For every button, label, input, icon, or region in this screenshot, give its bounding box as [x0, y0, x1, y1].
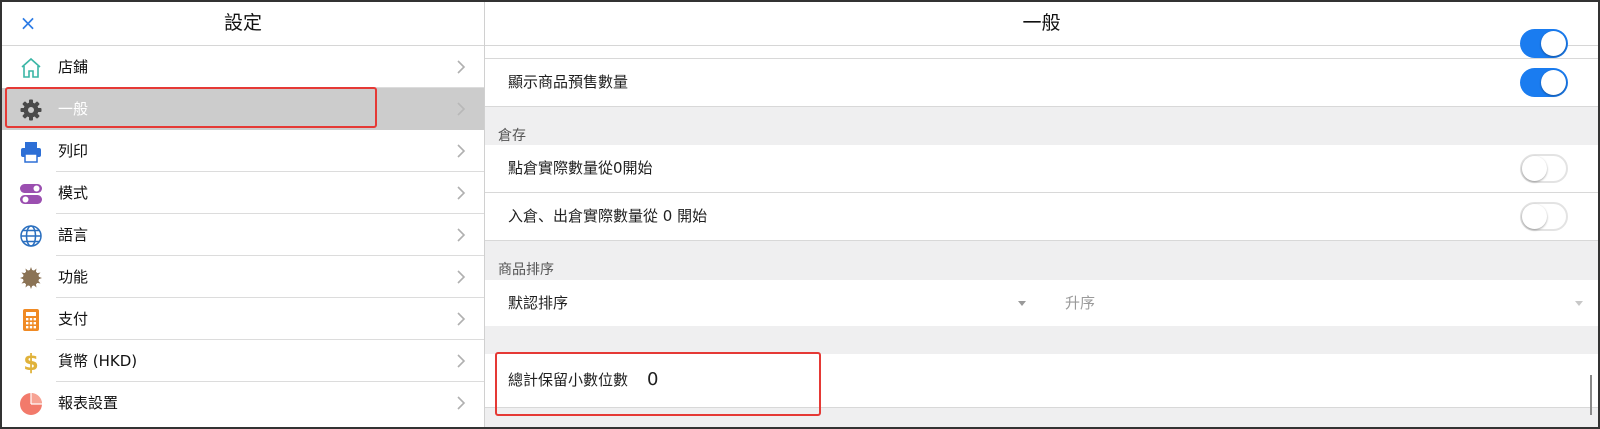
chevron-right-icon — [456, 353, 466, 369]
pie-chart-icon — [19, 392, 43, 416]
chevron-down-icon[interactable] — [1018, 301, 1026, 306]
chevron-right-icon — [456, 311, 466, 327]
stocktake-zero-toggle[interactable] — [1520, 154, 1568, 183]
sidebar-item-label: 店鋪 — [58, 58, 89, 76]
section-product-sort: 商品排序 — [498, 262, 554, 278]
chevron-down-icon[interactable] — [1575, 301, 1583, 306]
row-presale-qty: 顯示商品預售數量 — [485, 59, 1598, 106]
sidebar-item-function[interactable]: 功能 — [2, 256, 484, 298]
chevron-right-icon — [456, 59, 466, 75]
calculator-icon — [19, 308, 43, 332]
row-product-sort: 默認排序 升序 — [485, 280, 1598, 326]
sidebar-item-label: 模式 — [58, 184, 89, 202]
stocktake-zero-label: 點倉實際數量從0開始 — [508, 159, 653, 177]
scrollbar[interactable] — [1590, 375, 1592, 415]
sidebar-item-report-settings[interactable]: 報表設置 — [2, 382, 484, 424]
panel-title: 一般 — [485, 2, 1598, 46]
inout-zero-label: 入倉、出倉實際數量從 0 開始 — [508, 207, 708, 225]
printer-icon — [19, 140, 43, 164]
sidebar-title: 設定 — [223, 12, 262, 34]
sidebar-item-language[interactable]: 語言 — [2, 214, 484, 256]
highlight-box-general — [5, 87, 377, 128]
sidebar-item-label: 列印 — [58, 142, 89, 160]
svg-text:$: $ — [23, 351, 38, 374]
app-window: 設定 × 店鋪 一般 列印 模式 語言 功能 支付 $ 貨幣 (HKD) 報表設… — [0, 0, 1600, 429]
chevron-right-icon — [456, 269, 466, 285]
sidebar-item-currency[interactable]: $ 貨幣 (HKD) — [2, 340, 484, 382]
home-icon — [19, 56, 43, 80]
highlight-box-decimal — [495, 352, 821, 416]
sidebar-item-label: 功能 — [58, 268, 89, 286]
sort-field-select[interactable]: 默認排序 — [508, 280, 568, 326]
mode-toggle-icon — [19, 182, 43, 206]
settings-sidebar: 設定 × 店鋪 一般 列印 模式 語言 功能 支付 $ 貨幣 (HKD) 報表設… — [2, 2, 485, 427]
sidebar-item-print[interactable]: 列印 — [2, 130, 484, 172]
row-stocktake-zero: 點倉實際數量從0開始 — [485, 145, 1598, 192]
dollar-icon: $ — [19, 350, 43, 376]
globe-icon — [19, 224, 43, 248]
sidebar-header: 設定 × — [2, 2, 484, 46]
function-gear-icon — [19, 266, 43, 290]
section-inventory: 倉存 — [498, 128, 526, 144]
sidebar-item-mode[interactable]: 模式 — [2, 172, 484, 214]
sort-order-select[interactable]: 升序 — [1065, 280, 1095, 326]
scrolled-row-partial — [485, 29, 1598, 58]
inout-zero-toggle[interactable] — [1520, 202, 1568, 231]
close-icon[interactable]: × — [17, 11, 39, 35]
presale-qty-label: 顯示商品預售數量 — [508, 73, 629, 91]
chevron-right-icon — [456, 395, 466, 411]
row-inout-zero: 入倉、出倉實際數量從 0 開始 — [485, 193, 1598, 240]
chevron-right-icon — [456, 101, 466, 117]
sidebar-item-label: 語言 — [58, 226, 89, 244]
sidebar-item-label: 報表設置 — [58, 394, 119, 412]
presale-qty-toggle[interactable] — [1520, 68, 1568, 97]
sidebar-item-label: 貨幣 (HKD) — [58, 352, 138, 370]
sidebar-item-label: 支付 — [58, 310, 89, 328]
chevron-right-icon — [456, 227, 466, 243]
sidebar-item-payment[interactable]: 支付 — [2, 298, 484, 340]
chevron-right-icon — [456, 143, 466, 159]
general-settings-panel: 一般 顯示商品預售數量 倉存 點倉實際數量從0開始 入倉、出倉實際數量從 0 開… — [485, 2, 1598, 427]
sidebar-item-store[interactable]: 店鋪 — [2, 46, 484, 88]
chevron-right-icon — [456, 185, 466, 201]
partial-toggle[interactable] — [1520, 29, 1568, 58]
